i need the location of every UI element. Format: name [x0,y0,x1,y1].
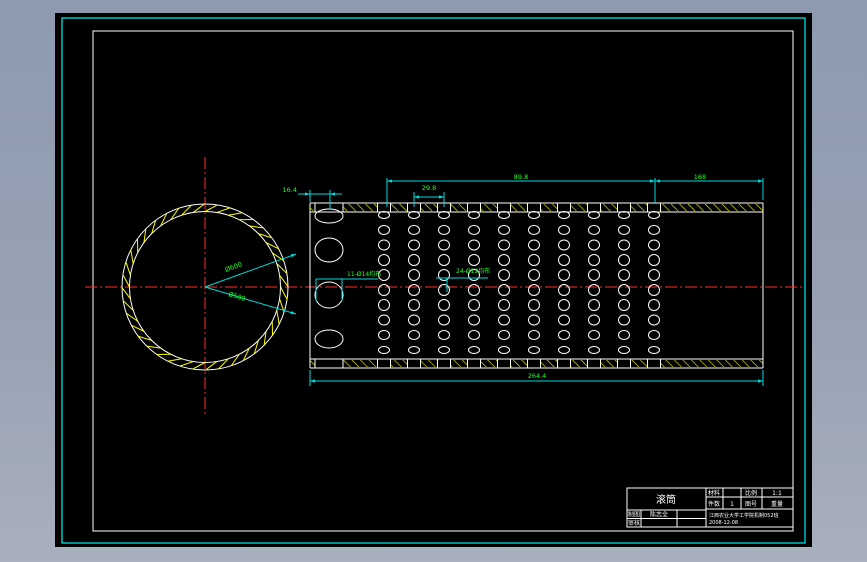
large-holes-annotation: 11-Ø14均布 [347,270,381,278]
wall-hatch [480,204,498,211]
wall-hatch [660,204,763,211]
weight-label: 重量 [771,500,783,508]
wall-hatch [630,204,648,211]
small-holes-annotation: 24-Ø12均布 [456,267,490,275]
drawn-by: 陈志全 [650,511,668,519]
scale-label: 比例 [745,489,757,497]
wall-hatch [390,360,408,367]
qty-value: 1 [730,501,734,508]
part-name: 滚筒 [656,493,676,506]
wall-hatch [420,204,438,211]
dim-total-length-label: 264.4 [528,372,547,380]
qty-label: 件数 [708,500,720,508]
wall-hatch [510,204,528,211]
wall-hatch [600,360,618,367]
organization: 江西农业大学工学院机制052班 [709,512,779,519]
wall-hatch [630,360,648,367]
wall-hatch [510,360,528,367]
wall-hatch [450,360,468,367]
wall-hatch [343,360,378,367]
wall-hatch [310,204,315,211]
dim-perforated-length-label: 89.8 [514,173,528,181]
wall-hatch [540,204,558,211]
wall-hatch [450,204,468,211]
drawing-no-label: 图号 [745,501,757,508]
wall-hatch [420,360,438,367]
dim-plain-length-label: 168 [694,173,706,181]
date: 2008-12-08 [709,520,738,526]
wall-hatch [570,204,588,211]
drawn-label: 制图 [628,511,640,519]
drawing-viewport [55,13,812,547]
dim-left-offset-label: 16.4 [283,186,297,194]
wall-hatch [540,360,558,367]
wall-hatch [343,204,378,211]
scale-value: 1:1 [772,490,782,497]
wall-hatch [390,204,408,211]
wall-hatch [600,204,618,211]
wall-hatch [570,360,588,367]
wall-hatch [310,360,315,367]
dim-pitch-label: 29.8 [422,184,436,192]
material-label: 材料 [708,489,720,497]
checked-label: 审核 [628,519,640,527]
wall-hatch [480,360,498,367]
cad-canvas: 16.4 29.8 89.8 168 264.4 Ø600 Ø580 11-Ø1… [55,13,812,547]
wall-hatch [660,360,763,367]
